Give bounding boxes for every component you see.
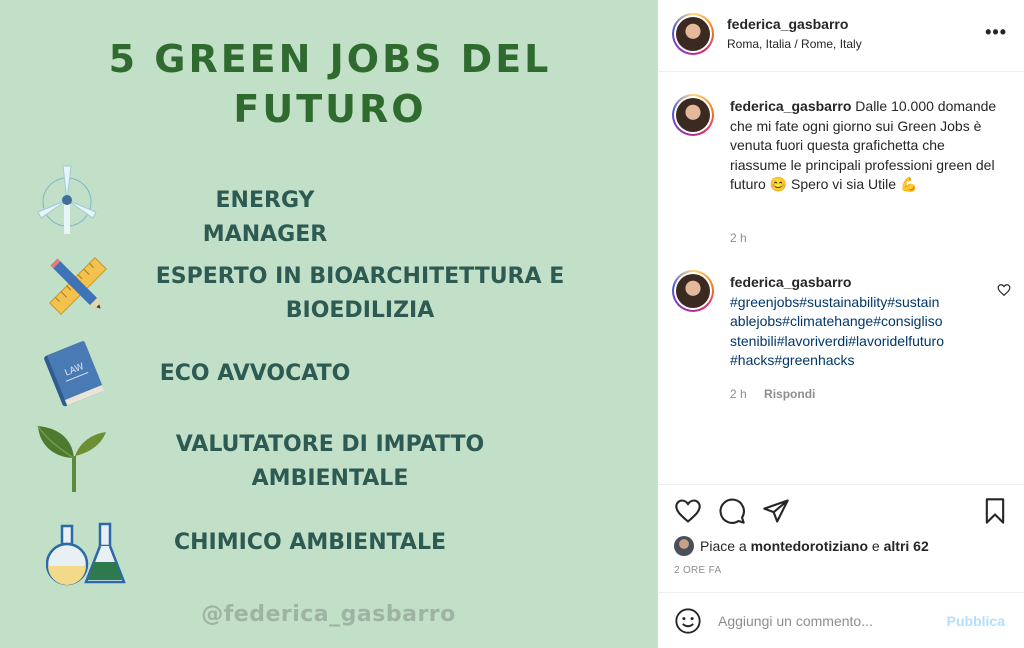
share-send-icon[interactable] bbox=[762, 497, 790, 525]
action-bar bbox=[658, 484, 1024, 532]
likes-others-link[interactable]: altri 62 bbox=[884, 538, 929, 554]
ruler-pencil-icon bbox=[49, 257, 107, 315]
like-heart-icon[interactable] bbox=[674, 497, 702, 525]
job-label: CHIMICO AMBIENTALE bbox=[173, 530, 446, 555]
caption: federica_gasbarro Dalle 10.000 domande c… bbox=[658, 92, 1024, 262]
post-side-panel: federica_gasbarro Roma, Italia / Rome, I… bbox=[657, 0, 1024, 648]
hashtag-line[interactable]: #hacks#greenhacks bbox=[730, 351, 1000, 371]
header-location[interactable]: Roma, Italia / Rome, Italy bbox=[727, 37, 862, 51]
add-comment-bar: Pubblica bbox=[658, 592, 1024, 648]
job-row-eco-avvocato: LAW ECO AVVOCATO bbox=[0, 336, 657, 416]
job-row-bioarchitettura: ESPERTO IN BIOARCHITETTURA E BIOEDILIZIA bbox=[0, 250, 657, 330]
hashtag-line[interactable]: stenibili#lavoriverdi#lavoridelfuturo bbox=[730, 332, 1000, 352]
post-header: federica_gasbarro Roma, Italia / Rome, I… bbox=[658, 0, 1024, 72]
emoji-icon[interactable] bbox=[674, 607, 702, 635]
hashtag-line[interactable]: ablejobs#climatehange#consigliso bbox=[730, 312, 1000, 332]
avatar[interactable] bbox=[672, 270, 714, 312]
hashtag-line[interactable]: #greenjobs#sustainability#sustain bbox=[730, 293, 1000, 313]
liker-username[interactable]: montedorotiziano bbox=[751, 538, 868, 554]
header-username[interactable]: federica_gasbarro bbox=[727, 16, 848, 32]
post-title: 5 Green Jobs del Futuro bbox=[108, 37, 552, 131]
job-label: ECO AVVOCATO bbox=[159, 361, 351, 386]
caption-username[interactable]: federica_gasbarro bbox=[730, 98, 851, 114]
like-comment-heart-icon[interactable] bbox=[997, 283, 1011, 297]
comment-bubble-icon[interactable] bbox=[718, 497, 746, 525]
watermark: @federica_gasbarro bbox=[201, 602, 456, 627]
comment-text: federica_gasbarro #greenjobs#sustainabil… bbox=[730, 273, 1000, 371]
job-row-chimico: CHIMICO AMBIENTALE bbox=[0, 520, 657, 590]
comment-username[interactable]: federica_gasbarro bbox=[730, 273, 1000, 293]
comment-input[interactable] bbox=[718, 607, 918, 635]
post-image[interactable]: 5 Green Jobs del Futuro ENERGY MANAGER bbox=[0, 0, 657, 648]
job-label: ESPERTO IN BIOARCHITETTURA E BIOEDILIZIA bbox=[155, 264, 565, 323]
comment: federica_gasbarro #greenjobs#sustainabil… bbox=[658, 268, 1024, 408]
sprout-icon bbox=[37, 425, 106, 492]
avatar[interactable] bbox=[672, 13, 714, 55]
caption-time: 2 h bbox=[730, 231, 747, 245]
likes-summary: Piace a montedorotiziano e altri 62 bbox=[674, 535, 929, 557]
job-row-valutatore: VALUTATORE DI IMPATTO AMBIENTALE bbox=[0, 422, 657, 502]
job-row-energy-manager: ENERGY MANAGER bbox=[0, 160, 657, 250]
publish-button[interactable]: Pubblica bbox=[947, 613, 1005, 629]
job-label: VALUTATORE DI IMPATTO AMBIENTALE bbox=[175, 432, 485, 491]
job-label: ENERGY MANAGER bbox=[202, 188, 328, 247]
liker-avatar[interactable] bbox=[674, 536, 694, 556]
flasks-icon bbox=[46, 522, 126, 586]
wind-turbine-icon bbox=[37, 165, 97, 234]
comment-time: 2 h bbox=[730, 387, 747, 401]
post-timestamp[interactable]: 2 ORE FA bbox=[674, 565, 721, 576]
save-bookmark-icon[interactable] bbox=[981, 497, 1009, 525]
avatar[interactable] bbox=[672, 94, 714, 136]
more-options-icon[interactable]: ••• bbox=[985, 22, 1007, 43]
comment-meta: 2 h Rispondi bbox=[730, 387, 815, 401]
law-book-icon: LAW bbox=[44, 341, 105, 407]
caption-text: federica_gasbarro Dalle 10.000 domande c… bbox=[730, 97, 1000, 195]
reply-button[interactable]: Rispondi bbox=[764, 387, 815, 401]
